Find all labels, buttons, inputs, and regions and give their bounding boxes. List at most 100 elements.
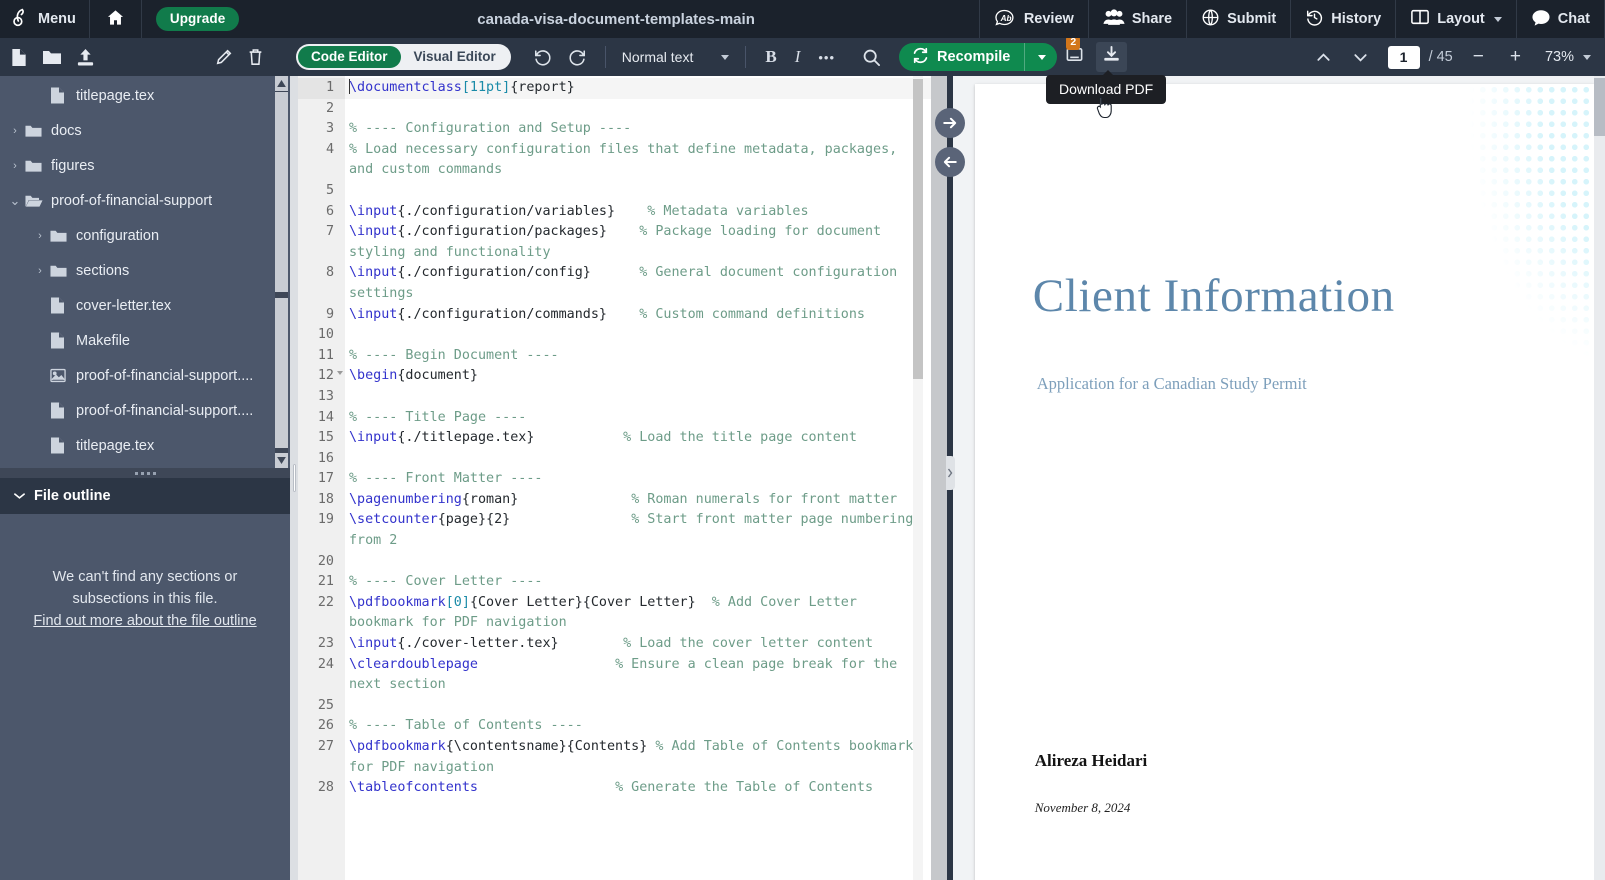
upload-icon[interactable] <box>76 48 95 67</box>
editor-line[interactable]: 12 \begin{document} <box>298 366 931 387</box>
chevron-right-icon[interactable]: › <box>33 265 47 277</box>
chevron-down-icon[interactable]: ⌄ <box>8 194 22 207</box>
review-button[interactable]: Ab Review <box>978 0 1089 38</box>
file-tree-folder-row[interactable]: › sections <box>0 253 290 288</box>
file-tree-folder-row[interactable]: ⌄ proof-of-financial-support <box>0 183 290 218</box>
page-number-input[interactable] <box>1387 45 1420 69</box>
editor-line[interactable]: 3 % ---- Configuration and Setup ---- <box>298 119 931 140</box>
prev-page-button[interactable] <box>1306 49 1341 66</box>
text-style-dropdown[interactable]: Normal text <box>616 49 736 65</box>
more-formatting-button[interactable]: ••• <box>809 50 844 65</box>
search-icon[interactable] <box>844 48 899 67</box>
chevron-right-icon[interactable]: › <box>8 125 22 137</box>
code-token: % Generate the Table of Contents <box>615 780 874 796</box>
pdf-scrollbar-track[interactable] <box>1594 76 1605 880</box>
editor-line[interactable]: 13 <box>298 387 931 408</box>
pdf-scrollbar-thumb[interactable] <box>1594 78 1605 136</box>
editor-line[interactable]: 9 \input{./configuration/commands} % Cust… <box>298 305 931 326</box>
panel-splitter[interactable] <box>930 76 965 880</box>
code-editor[interactable]: 1 \documentclass[11pt]{report} 2 3% ---- C… <box>298 76 931 880</box>
pencil-icon[interactable] <box>215 48 233 66</box>
zoom-out-button[interactable]: − <box>1461 46 1496 68</box>
undo-icon[interactable] <box>525 48 560 67</box>
recompile-button[interactable]: Recompile <box>899 43 1058 71</box>
file-tree-scrollbar-thumb[interactable] <box>275 92 288 292</box>
history-button[interactable]: History <box>1291 0 1397 38</box>
pdf-preview-panel[interactable]: Client Information Application for a Can… <box>964 76 1605 880</box>
bold-button[interactable]: B <box>756 47 785 67</box>
editor-line[interactable]: 4 % Load necessary configuration files th… <box>298 140 931 181</box>
download-pdf-button[interactable] <box>1096 42 1128 72</box>
layout-button[interactable]: Layout <box>1396 0 1517 38</box>
editor-line[interactable]: 19 \setcounter{page}{2} % Start front mat… <box>298 510 931 551</box>
tab-code-editor[interactable]: Code Editor <box>298 46 401 68</box>
editor-line[interactable]: 27 \pdfbookmark{\contentsname}{Contents} … <box>298 737 931 778</box>
redo-icon[interactable] <box>560 48 595 67</box>
file-tree-folder-row[interactable]: › figures <box>0 148 290 183</box>
editor-line[interactable]: 16 <box>298 449 931 470</box>
file-tree-file-row[interactable]: titlepage.tex <box>0 78 290 113</box>
editor-line[interactable]: 8 \input{./configuration/config} % Genera… <box>298 263 931 304</box>
zoom-in-button[interactable]: + <box>1498 46 1533 68</box>
file-tree-file-row[interactable]: titlepage.tex <box>0 428 290 463</box>
chevron-right-icon[interactable]: › <box>8 160 22 172</box>
chat-button[interactable]: Chat <box>1517 0 1605 38</box>
zoom-level-label[interactable]: 73% <box>1545 49 1574 65</box>
editor-line[interactable]: 28 \tableofcontents % Generate the Table … <box>298 778 931 799</box>
upgrade-button[interactable]: Upgrade <box>142 0 253 38</box>
file-tree-scrollbar-thumb-2[interactable] <box>275 298 288 448</box>
new-file-icon[interactable] <box>10 48 28 67</box>
editor-line[interactable]: 20 <box>298 552 931 573</box>
editor-line[interactable]: 24 \cleardoublepage % Ensure a clean page… <box>298 655 931 696</box>
sync-to-pdf-button[interactable] <box>934 108 965 138</box>
editor-scrollbar-thumb[interactable] <box>912 79 923 379</box>
file-tree-file-row[interactable]: proof-of-financial-support.... <box>0 393 290 428</box>
editor-line[interactable]: 14 % ---- Title Page ---- <box>298 408 931 429</box>
file-tree-scroll-up-button[interactable] <box>275 76 288 91</box>
share-button[interactable]: Share <box>1089 0 1188 38</box>
editor-line[interactable]: 15 \input{./titlepage.tex} % Load the tit… <box>298 428 931 449</box>
outline-help-link[interactable]: Find out more about the file outline <box>22 610 268 632</box>
splitter-collapse-handle[interactable] <box>945 456 955 490</box>
sync-to-code-button[interactable] <box>934 147 965 177</box>
editor-line[interactable]: 11 % ---- Begin Document ---- <box>298 346 931 367</box>
editor-line[interactable]: 7 \input{./configuration/packages} % Pack… <box>298 222 931 263</box>
file-tree-scroll-down-button[interactable] <box>275 453 288 468</box>
file-tree-file-row[interactable]: proof-of-financial-support.... <box>0 358 290 393</box>
editor-line[interactable]: 21 % ---- Cover Letter ---- <box>298 572 931 593</box>
tab-visual-editor[interactable]: Visual Editor <box>401 46 509 68</box>
submit-button[interactable]: Submit <box>1187 0 1292 38</box>
new-folder-icon[interactable] <box>42 48 62 66</box>
compile-logs-button[interactable]: 2 <box>1057 36 1092 69</box>
sidebar-resizer[interactable] <box>0 468 290 478</box>
code-fold-icon[interactable] <box>337 371 343 376</box>
editor-line[interactable]: 18 \pagenumbering{roman} % Roman numerals… <box>298 490 931 511</box>
chevron-right-icon[interactable]: › <box>33 230 47 242</box>
editor-left-resize-handle[interactable] <box>290 76 298 880</box>
next-page-button[interactable] <box>1343 49 1378 66</box>
editor-line[interactable]: 23 \input{./cover-letter.tex} % Load the … <box>298 634 931 655</box>
editor-line[interactable]: 2 <box>298 99 931 120</box>
editor-line[interactable]: 5 <box>298 181 931 202</box>
editor-line[interactable]: 22 \pdfbookmark[0]{Cover Letter}{Cover Le… <box>298 593 931 634</box>
menu-button[interactable]: Menu <box>0 0 90 38</box>
recompile-options-button[interactable] <box>1024 43 1057 71</box>
file-tree-file-row[interactable]: cover-letter.tex <box>0 288 290 323</box>
editor-line[interactable]: 17 % ---- Front Matter ---- <box>298 469 931 490</box>
trash-icon[interactable] <box>247 48 264 66</box>
chevron-down-icon[interactable] <box>1583 54 1591 60</box>
editor-line[interactable]: 10 <box>298 325 931 346</box>
file-tree-file-row[interactable]: Makefile <box>0 323 290 358</box>
editor-line[interactable]: 26 % ---- Table of Contents ---- <box>298 716 931 737</box>
recompile-main[interactable]: Recompile <box>899 43 1024 71</box>
file-outline-header[interactable]: File outline <box>0 478 290 514</box>
file-tree-folder-row[interactable]: › configuration <box>0 218 290 253</box>
editor-mode-switch[interactable]: Code Editor Visual Editor <box>296 44 511 70</box>
italic-button[interactable]: I <box>786 47 810 67</box>
editor-line[interactable]: 25 <box>298 696 931 717</box>
editor-line[interactable]: 1 \documentclass[11pt]{report} <box>298 78 931 99</box>
editor-line[interactable]: 6 \input{./configuration/variables} % Met… <box>298 202 931 223</box>
home-button[interactable] <box>90 0 142 38</box>
file-tree-folder-row[interactable]: › docs <box>0 113 290 148</box>
editor-code-area[interactable]: 1 \documentclass[11pt]{report} 2 3% ---- C… <box>298 76 931 799</box>
